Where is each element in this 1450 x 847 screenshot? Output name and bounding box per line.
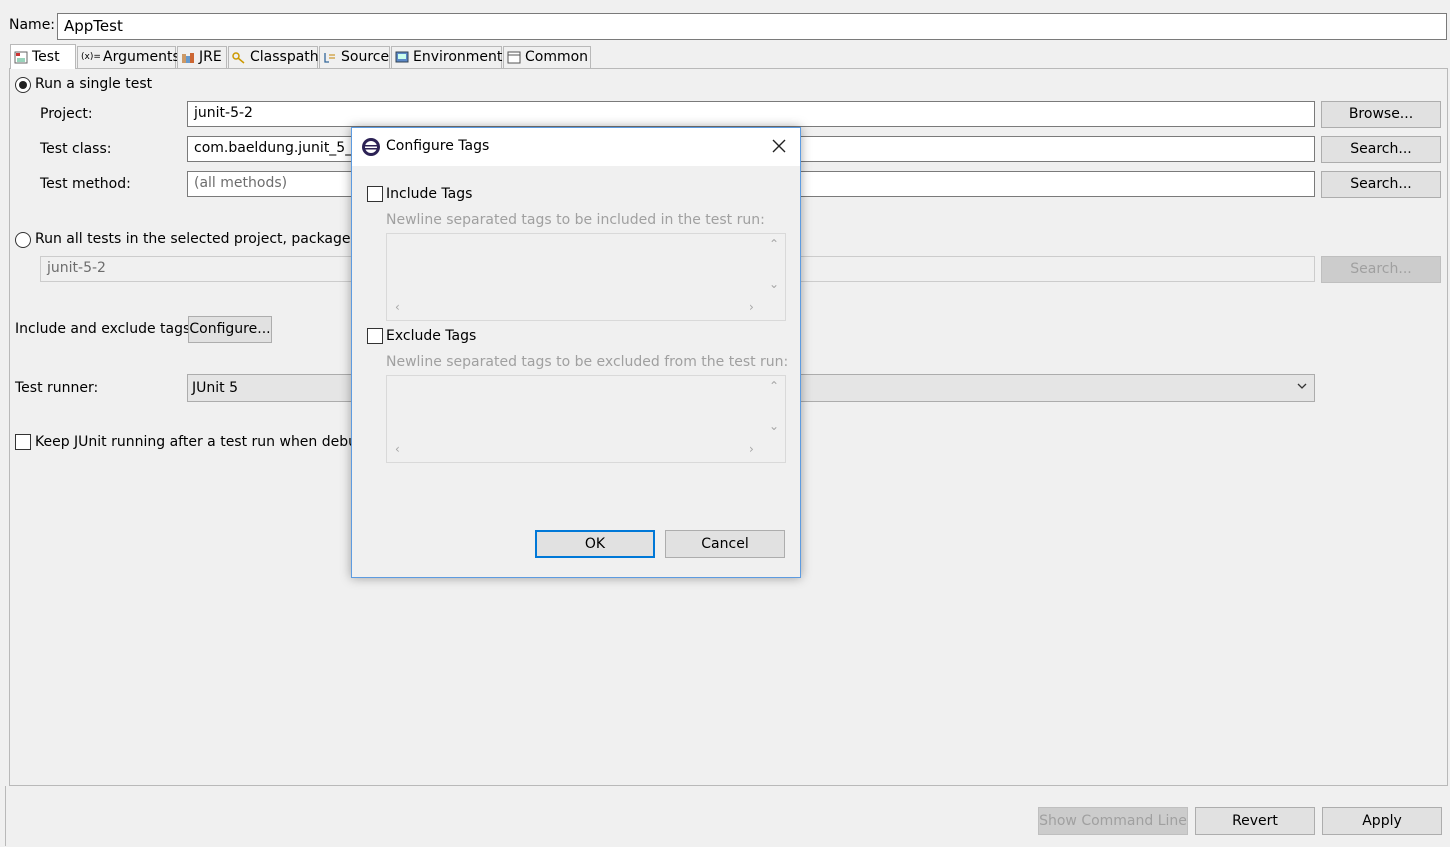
configure-tags-dialog: Configure Tags Include Tags Newline sepa… <box>351 127 801 578</box>
footer-divider <box>5 786 6 846</box>
dialog-titlebar: Configure Tags <box>352 128 800 166</box>
tab-arguments-label: Arguments <box>103 49 180 65</box>
project-field[interactable]: junit-5-2 <box>187 101 1315 127</box>
keep-junit-label: Keep JUnit running after a test run when… <box>35 434 375 450</box>
scroll-down-icon[interactable]: ⌄ <box>769 419 779 433</box>
exclude-tags-checkbox[interactable] <box>367 328 383 344</box>
run-single-test-radio[interactable] <box>15 77 31 93</box>
tab-classpath-label: Classpath <box>250 49 319 65</box>
tab-source-label: Source <box>341 49 390 65</box>
eclipse-icon <box>361 137 381 161</box>
name-label: Name: <box>9 17 56 33</box>
source-tab-icon <box>323 51 337 64</box>
tab-common[interactable]: Common <box>503 46 591 68</box>
test-method-label: Test method: <box>40 176 131 192</box>
include-tags-label: Include Tags <box>386 186 473 202</box>
tab-common-label: Common <box>525 49 589 65</box>
name-field[interactable]: AppTest <box>57 13 1447 40</box>
scroll-left-icon[interactable]: ‹ <box>395 442 400 456</box>
environment-tab-icon <box>395 51 409 64</box>
tab-jre-label: JRE <box>199 49 222 65</box>
tab-jre[interactable]: JRE <box>177 46 227 68</box>
test-class-search-button[interactable]: Search... <box>1321 136 1441 163</box>
tags-label: Include and exclude tags: <box>15 321 195 337</box>
test-method-search-button[interactable]: Search... <box>1321 171 1441 198</box>
keep-junit-checkbox[interactable] <box>15 434 31 450</box>
dialog-title: Configure Tags <box>386 138 490 154</box>
exclude-tags-label: Exclude Tags <box>386 328 477 344</box>
tab-test-label: Test <box>32 48 60 65</box>
project-label: Project: <box>40 106 93 122</box>
include-tags-hint: Newline separated tags to be included in… <box>386 212 765 228</box>
scroll-right-icon[interactable]: › <box>749 442 754 456</box>
exclude-tags-textarea[interactable]: ⌃ ⌄ ‹ › <box>386 375 786 463</box>
tab-test[interactable]: Test <box>10 44 76 69</box>
arguments-tab-icon: (x)= <box>81 52 101 62</box>
close-icon[interactable] <box>770 137 788 159</box>
show-command-line-button[interactable]: Show Command Line <box>1038 807 1188 835</box>
run-all-tests-radio[interactable] <box>15 232 31 248</box>
tab-environment[interactable]: Environment <box>391 46 502 68</box>
cancel-button[interactable]: Cancel <box>665 530 785 558</box>
run-single-test-label: Run a single test <box>35 76 153 92</box>
chevron-down-icon <box>1296 380 1308 396</box>
configure-tags-button[interactable]: Configure... <box>188 316 272 343</box>
common-tab-icon <box>507 51 521 64</box>
scroll-right-icon[interactable]: › <box>749 300 754 314</box>
scroll-down-icon[interactable]: ⌄ <box>769 277 779 291</box>
test-tab-icon <box>14 51 28 64</box>
browse-button[interactable]: Browse... <box>1321 101 1441 128</box>
test-runner-label: Test runner: <box>15 380 99 396</box>
tab-environment-label: Environment <box>413 49 503 65</box>
jre-tab-icon <box>181 51 195 64</box>
container-search-button[interactable]: Search... <box>1321 256 1441 283</box>
test-runner-value: JUnit 5 <box>192 380 238 396</box>
tab-source[interactable]: Source <box>319 46 390 68</box>
include-tags-textarea[interactable]: ⌃ ⌄ ‹ › <box>386 233 786 321</box>
run-all-tests-label: Run all tests in the selected project, p… <box>35 231 370 247</box>
tab-classpath[interactable]: Classpath <box>228 46 319 68</box>
exclude-tags-hint: Newline separated tags to be excluded fr… <box>386 354 789 370</box>
tab-arguments[interactable]: (x)= Arguments <box>77 46 180 68</box>
include-tags-checkbox[interactable] <box>367 186 383 202</box>
classpath-tab-icon <box>232 51 246 64</box>
scroll-up-icon[interactable]: ⌃ <box>769 379 779 393</box>
test-class-label: Test class: <box>40 141 112 157</box>
apply-button[interactable]: Apply <box>1322 807 1442 835</box>
ok-button[interactable]: OK <box>535 530 655 558</box>
revert-button[interactable]: Revert <box>1195 807 1315 835</box>
scroll-up-icon[interactable]: ⌃ <box>769 237 779 251</box>
scroll-left-icon[interactable]: ‹ <box>395 300 400 314</box>
